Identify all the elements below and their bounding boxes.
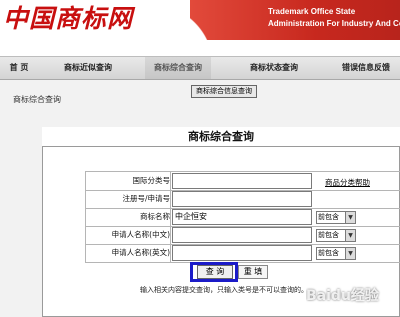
query-button-highlight: [190, 262, 238, 282]
nav-similar-search[interactable]: 商标近似查询: [55, 57, 121, 79]
trademark-name-label: 商标名称: [140, 212, 170, 221]
form-row-divider: [85, 262, 400, 263]
chevron-down-icon[interactable]: ▼: [345, 229, 356, 242]
class-number-input[interactable]: [172, 173, 312, 189]
form-title: 商标综合查询: [188, 130, 254, 143]
nav-error-feedback[interactable]: 错误信息反馈: [333, 57, 399, 79]
nav-combined-search[interactable]: 商标综合查询: [145, 57, 211, 79]
applicant-en-input[interactable]: [172, 245, 312, 261]
main-nav: 首 页 商标近似查询 商标综合查询 商标状态查询 错误信息反馈: [0, 56, 400, 80]
watermark: Baidu经验: [306, 288, 379, 304]
form-col-divider: [170, 171, 171, 262]
trademark-name-input[interactable]: 中企恒安: [172, 209, 312, 225]
banner-title-line2: Administration For Industry And Commerce: [268, 19, 400, 28]
form-col-divider: [85, 171, 86, 262]
banner-title-line1: Trademark Office State: [268, 7, 356, 16]
registration-number-label: 注册号/申请号: [122, 194, 170, 203]
nav-home[interactable]: 首 页: [2, 57, 36, 79]
applicant-en-label: 申请人名称(英文): [111, 248, 170, 257]
reset-button[interactable]: 重 填: [238, 265, 268, 279]
site-logo[interactable]: 中国商标网: [3, 2, 153, 36]
nav-status-search[interactable]: 商标状态查询: [241, 57, 307, 79]
info-query-button[interactable]: 商标综合信息查询: [191, 85, 257, 98]
page-section-label: 商标综合查询: [13, 95, 61, 104]
applicant-cn-label: 申请人名称(中文): [111, 230, 170, 239]
banner-curve: [150, 0, 230, 56]
chevron-down-icon[interactable]: ▼: [345, 247, 356, 260]
class-help-link[interactable]: 商品分类帮助: [325, 177, 385, 189]
registration-number-input[interactable]: [172, 191, 312, 207]
class-number-label: 国际分类号: [132, 176, 171, 185]
chevron-down-icon[interactable]: ▼: [345, 211, 356, 224]
applicant-cn-input[interactable]: [172, 227, 312, 243]
